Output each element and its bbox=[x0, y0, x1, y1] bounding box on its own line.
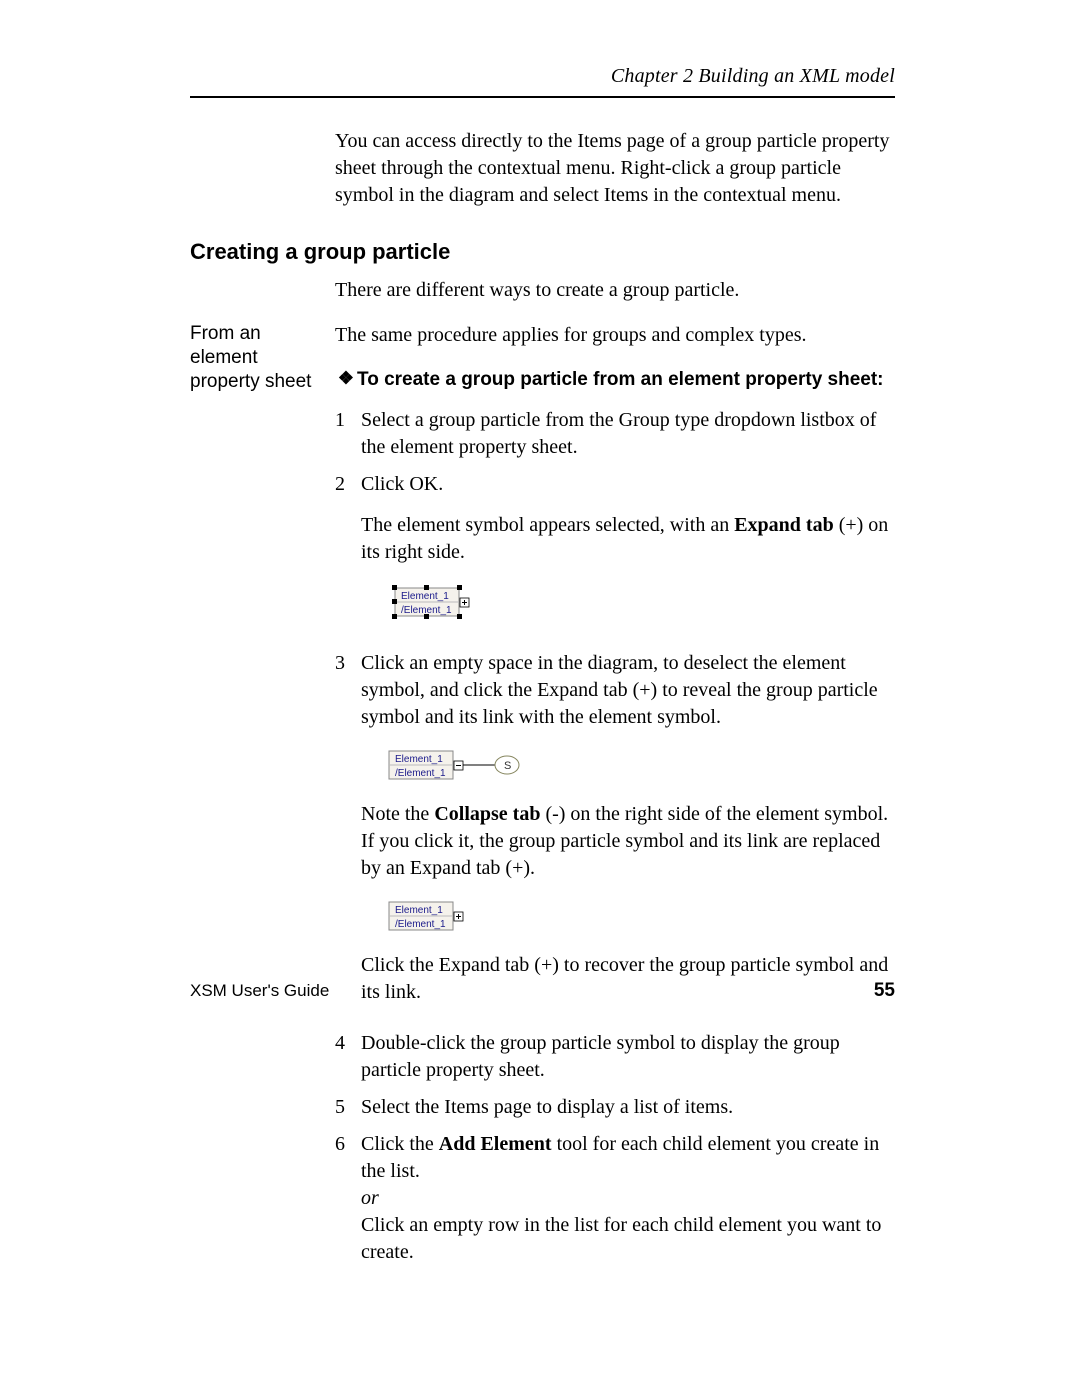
step: 6 Click the Add Element tool for each ch… bbox=[335, 1131, 895, 1266]
step-body: Select a group particle from the Group t… bbox=[361, 407, 895, 461]
step: 2 Click OK. The element symbol appears s… bbox=[335, 471, 895, 640]
intro-paragraph: You can access directly to the Items pag… bbox=[335, 128, 895, 209]
svg-text:Element_1: Element_1 bbox=[401, 591, 449, 602]
svg-text:/Element_1: /Element_1 bbox=[395, 768, 446, 779]
page-number: 55 bbox=[874, 980, 895, 1002]
step-text: Click an empty row in the list for each … bbox=[361, 1212, 895, 1266]
task-heading: ❖ To create a group particle from an ele… bbox=[335, 367, 895, 393]
svg-text:Element_1: Element_1 bbox=[395, 754, 443, 765]
section-title: Creating a group particle bbox=[190, 239, 895, 265]
footer-guide: XSM User's Guide bbox=[190, 981, 329, 1001]
step-text: Click an empty space in the diagram, to … bbox=[361, 650, 895, 731]
task-title: To create a group particle from an eleme… bbox=[357, 367, 884, 393]
step-text: Click OK. bbox=[361, 471, 895, 498]
svg-text:/Element_1: /Element_1 bbox=[395, 919, 446, 930]
fleuron-icon: ❖ bbox=[335, 367, 357, 389]
step-text: Click the Add Element tool for each chil… bbox=[361, 1131, 895, 1185]
step: 5 Select the Items page to display a lis… bbox=[335, 1094, 895, 1121]
step: 4 Double-click the group particle symbol… bbox=[335, 1030, 895, 1084]
step-number: 2 bbox=[335, 471, 361, 498]
margin-note: From an element property sheet bbox=[190, 322, 335, 393]
step-number: 1 bbox=[335, 407, 361, 434]
same-procedure-note: The same procedure applies for groups an… bbox=[335, 322, 895, 349]
svg-text:Element_1: Element_1 bbox=[395, 905, 443, 916]
figure-element-expanded: Element_1 /Element_1 S bbox=[387, 745, 895, 785]
chapter-header: Chapter 2 Building an XML model bbox=[190, 65, 895, 98]
figure-element-selected: Element_1 /Element_1 bbox=[387, 580, 895, 624]
step-text: Note the Collapse tab (-) on the right s… bbox=[361, 801, 895, 882]
step-number: 5 bbox=[335, 1094, 361, 1121]
step-number: 4 bbox=[335, 1030, 361, 1057]
step-body: Double-click the group particle symbol t… bbox=[361, 1030, 895, 1084]
figure-element-collapsed: Element_1 /Element_1 bbox=[387, 896, 895, 936]
step-text: The element symbol appears selected, wit… bbox=[361, 512, 895, 566]
step-number: 3 bbox=[335, 650, 361, 677]
step: 3 Click an empty space in the diagram, t… bbox=[335, 650, 895, 1020]
step-number: 6 bbox=[335, 1131, 361, 1158]
section-lead: There are different ways to create a gro… bbox=[335, 277, 895, 304]
svg-text:S: S bbox=[504, 760, 511, 772]
step-or: or bbox=[361, 1185, 895, 1212]
step-body: Select the Items page to display a list … bbox=[361, 1094, 895, 1121]
step: 1 Select a group particle from the Group… bbox=[335, 407, 895, 461]
